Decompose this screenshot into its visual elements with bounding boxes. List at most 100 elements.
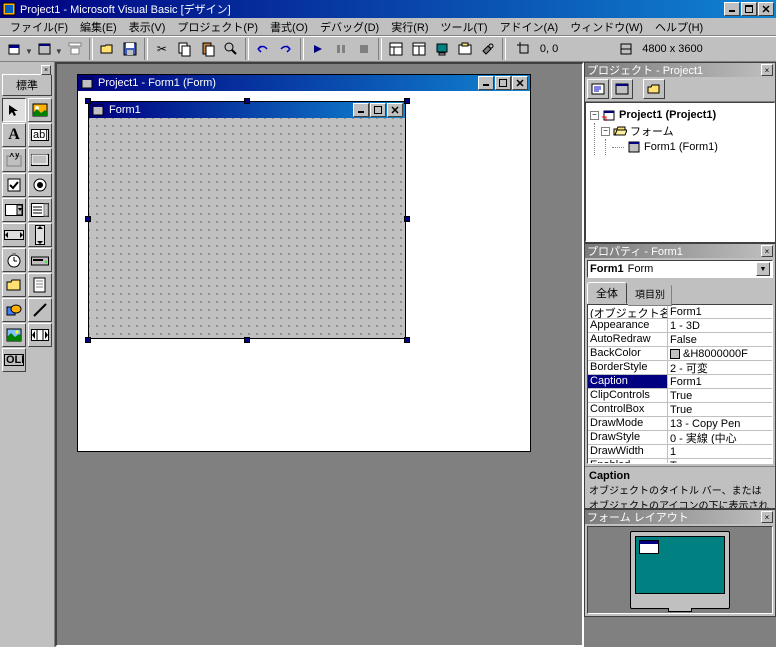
form-client-area[interactable] (89, 118, 405, 338)
designer-canvas[interactable]: Form1 (78, 91, 530, 451)
property-value[interactable]: Form1 (668, 375, 772, 388)
property-value[interactable]: 2 - 可変 (668, 361, 772, 374)
designer-minimize-button[interactable] (478, 76, 494, 90)
toolbox-button[interactable] (477, 38, 499, 60)
commandbutton-tool[interactable] (28, 148, 52, 172)
property-value[interactable]: &H8000000F (668, 347, 772, 360)
find-button[interactable] (220, 38, 242, 60)
designer-close-button[interactable] (512, 76, 528, 90)
property-value[interactable]: 1 - 3D (668, 319, 772, 332)
save-button[interactable] (119, 38, 141, 60)
resize-handle-nw[interactable] (85, 98, 91, 104)
textbox-tool[interactable]: ab| (28, 123, 52, 147)
redo-button[interactable] (275, 38, 297, 60)
property-row[interactable]: BorderStyle2 - 可変 (588, 361, 772, 375)
property-value[interactable]: True (668, 403, 772, 416)
menu-view[interactable]: 表示(V) (123, 17, 172, 37)
menu-help[interactable]: ヘルプ(H) (649, 17, 709, 37)
undo-button[interactable] (252, 38, 274, 60)
cut-button[interactable]: ✂ (151, 38, 173, 60)
property-row[interactable]: ControlBoxTrue (588, 403, 772, 417)
property-value[interactable]: 13 - Copy Pen (668, 417, 772, 430)
break-button[interactable] (330, 38, 352, 60)
minimize-button[interactable] (724, 2, 740, 16)
close-button[interactable] (758, 2, 774, 16)
properties-close-button[interactable]: × (761, 245, 773, 257)
filelistbox-tool[interactable] (28, 273, 52, 297)
project-explorer-title[interactable]: プロジェクト - Project1 × (585, 63, 775, 77)
optionbutton-tool[interactable] (28, 173, 52, 197)
dirlistbox-tool[interactable] (2, 273, 26, 297)
properties-object-combo[interactable]: Form1 Form ▼ (587, 260, 773, 278)
vscrollbar-tool[interactable] (28, 223, 52, 247)
view-object-button[interactable] (611, 79, 633, 99)
form-layout-button[interactable] (431, 38, 453, 60)
tree-collapse-icon[interactable]: − (601, 127, 610, 136)
menu-debug[interactable]: デバッグ(D) (314, 17, 385, 37)
form-preview[interactable] (639, 540, 659, 554)
property-row[interactable]: Appearance1 - 3D (588, 319, 772, 333)
property-row[interactable]: DrawMode13 - Copy Pen (588, 417, 772, 431)
toggle-folders-button[interactable] (643, 79, 665, 99)
resize-handle-ne[interactable] (404, 98, 410, 104)
property-value[interactable]: True (668, 389, 772, 402)
view-code-button[interactable] (587, 79, 609, 99)
properties-grid[interactable]: (オブジェクト名)Form1Appearance1 - 3DAutoRedraw… (587, 304, 773, 464)
data-tool[interactable] (28, 323, 52, 347)
tree-project-root[interactable]: − Project1 (Project1) (590, 107, 770, 123)
form-designer[interactable]: Form1 (88, 101, 406, 339)
object-browser-button[interactable] (454, 38, 476, 60)
timer-tool[interactable] (2, 248, 26, 272)
listbox-tool[interactable] (28, 198, 52, 222)
property-row[interactable]: CaptionForm1 (588, 375, 772, 389)
menu-tools[interactable]: ツール(T) (435, 17, 494, 37)
designer-titlebar[interactable]: Project1 - Form1 (Form) (78, 75, 530, 91)
tab-categorized[interactable]: 項目別 (628, 284, 672, 306)
project-explorer-button[interactable] (385, 38, 407, 60)
property-row[interactable]: BackColor&H8000000F (588, 347, 772, 361)
dropdown-icon[interactable]: ▼ (55, 47, 63, 56)
form-layout-body[interactable] (587, 526, 773, 614)
resize-handle-se[interactable] (404, 337, 410, 343)
properties-window-button[interactable] (408, 38, 430, 60)
start-button[interactable] (307, 38, 329, 60)
property-value[interactable]: True (668, 459, 772, 464)
resize-handle-e[interactable] (404, 216, 410, 222)
property-row[interactable]: EnabledTrue (588, 459, 772, 464)
copy-button[interactable] (174, 38, 196, 60)
resize-handle-n[interactable] (244, 98, 250, 104)
hscrollbar-tool[interactable] (2, 223, 26, 247)
menu-edit[interactable]: 編集(E) (74, 17, 123, 37)
shape-tool[interactable] (2, 298, 26, 322)
property-row[interactable]: DrawStyle0 - 実線 (中心 (588, 431, 772, 445)
paste-button[interactable] (197, 38, 219, 60)
form-layout-close-button[interactable]: × (761, 511, 773, 523)
property-value[interactable]: False (668, 333, 772, 346)
project-panel-close-button[interactable]: × (761, 64, 773, 76)
designer-maximize-button[interactable] (495, 76, 511, 90)
dropdown-arrow-icon[interactable]: ▼ (756, 262, 770, 276)
open-button[interactable] (96, 38, 118, 60)
ole-tool[interactable]: OLE (2, 348, 26, 372)
line-tool[interactable] (28, 298, 52, 322)
menu-editor-button[interactable] (64, 38, 86, 60)
drivelistbox-tool[interactable] (28, 248, 52, 272)
tree-forms-folder[interactable]: − フォーム (601, 123, 770, 139)
picturebox-tool[interactable] (28, 98, 52, 122)
resize-handle-s[interactable] (244, 337, 250, 343)
menu-addins[interactable]: アドイン(A) (494, 17, 565, 37)
property-row[interactable]: AutoRedrawFalse (588, 333, 772, 347)
add-project-button[interactable] (4, 38, 26, 60)
project-tree[interactable]: − Project1 (Project1) − フォーム Form1 (585, 102, 775, 242)
tree-collapse-icon[interactable]: − (590, 111, 599, 120)
toolbox-close-button[interactable]: × (41, 65, 51, 75)
tab-alphabetic[interactable]: 全体 (587, 282, 627, 304)
property-value[interactable]: Form1 (668, 305, 772, 318)
checkbox-tool[interactable] (2, 173, 26, 197)
property-row[interactable]: DrawWidth1 (588, 445, 772, 459)
menu-file[interactable]: ファイル(F) (4, 17, 74, 37)
dropdown-icon[interactable]: ▼ (25, 47, 33, 56)
end-button[interactable] (353, 38, 375, 60)
image-tool[interactable] (2, 323, 26, 347)
property-value[interactable]: 1 (668, 445, 772, 458)
